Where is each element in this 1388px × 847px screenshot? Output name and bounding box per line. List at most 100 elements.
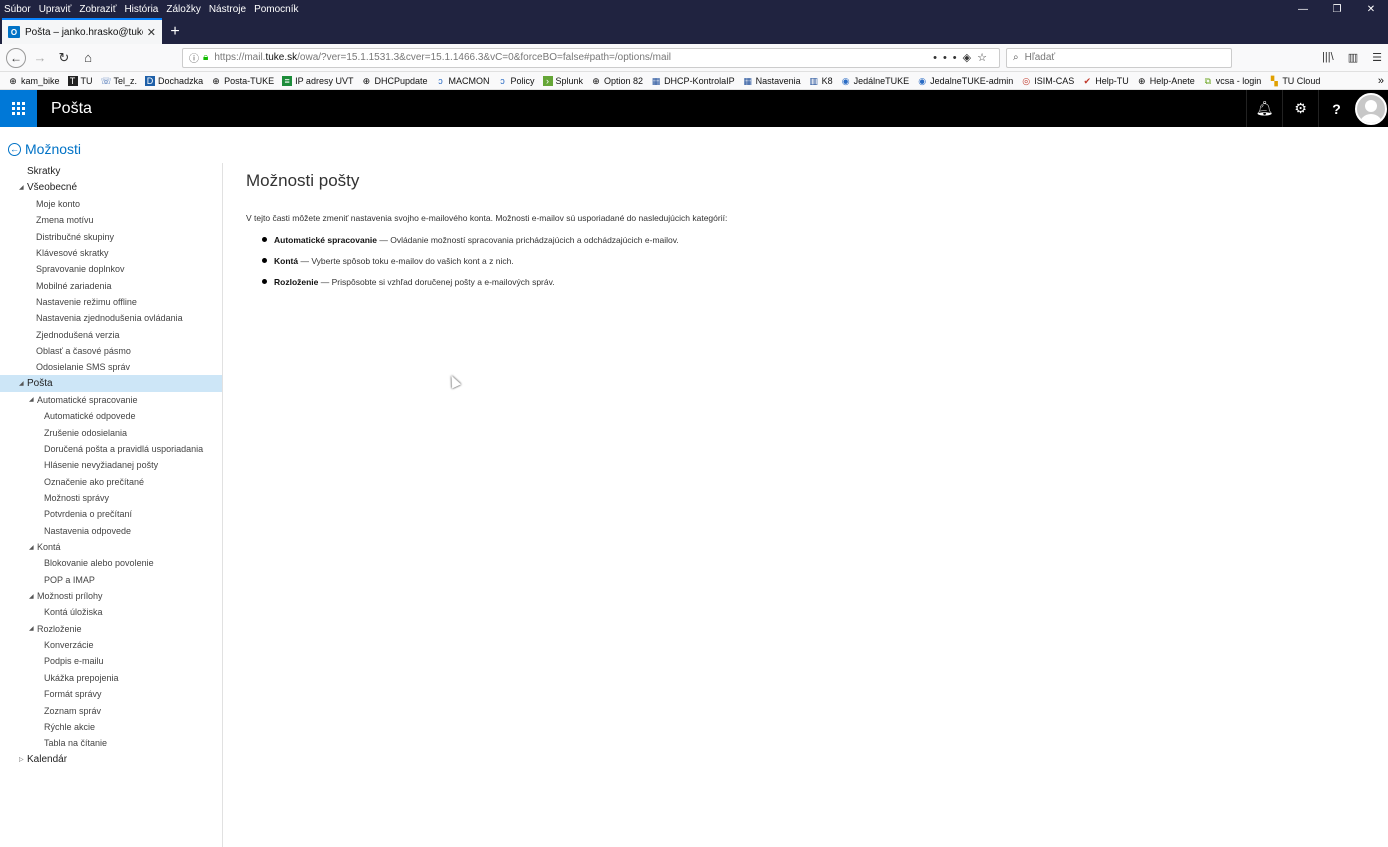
bookmark-item[interactable]: T TU [67, 75, 93, 86]
avatar[interactable] [1354, 90, 1388, 127]
more-actions-icon[interactable]: ••• [933, 52, 963, 64]
nav-item[interactable]: Blokovanie alebo povolenie [0, 555, 222, 571]
bookmark-item[interactable]: ⊕ Posta-TUKE [211, 76, 274, 86]
nav-skratky[interactable]: Skratky [0, 163, 222, 179]
bookmark-item[interactable]: › Splunk [542, 75, 583, 86]
bookmark-item[interactable]: ≡ IP adresy UVT [282, 75, 353, 86]
site-info-icon[interactable]: ⓘ [189, 50, 199, 65]
bookmark-item[interactable]: ▥ K8 [809, 76, 832, 86]
nav-item[interactable]: Tabla na čítanie [0, 735, 222, 751]
app-launcher-icon[interactable] [0, 90, 37, 127]
menu-historia[interactable]: História [124, 4, 158, 15]
new-tab-icon[interactable]: + [162, 20, 188, 44]
app-title[interactable]: Pošta [51, 100, 92, 118]
browser-tab[interactable]: O Pošta – janko.hrasko@tuke.sk ✕ [2, 18, 162, 44]
menu-upravit[interactable]: Upraviť [39, 4, 72, 15]
nav-item[interactable]: Kontá úložiska [0, 604, 222, 620]
bookmark-item[interactable]: ⊕ Option 82 [591, 76, 643, 86]
nav-item[interactable]: Automatické odpovede [0, 408, 222, 424]
bookmark-item[interactable]: ▦ DHCP-KontrolaIP [651, 76, 735, 86]
hamburger-menu-icon[interactable]: ☰ [1372, 51, 1382, 64]
pocket-icon[interactable]: ◈ [963, 52, 977, 64]
menu-subor[interactable]: Súbor [4, 4, 31, 15]
bookmark-item[interactable]: ⊕ kam_bike [8, 76, 59, 86]
nav-vseobecne[interactable]: ◢ Všeobecné [0, 179, 222, 195]
bookmark-item[interactable]: D Dochadzka [145, 75, 203, 86]
help-icon[interactable]: ? [1318, 90, 1354, 127]
nav-konta[interactable]: ◢ Kontá [0, 539, 222, 555]
close-window-icon[interactable]: ✕ [1354, 0, 1388, 18]
url-bar[interactable]: ⓘ 🔒︎ https://mail.tuke.sk/owa/?ver=15.1.… [182, 47, 1000, 68]
nav-item[interactable]: Odosielanie SMS správ [0, 359, 222, 375]
nav-item[interactable]: Doručená pošta a pravidlá usporiadania [0, 441, 222, 457]
bookmark-item[interactable]: ⊕ Help-Anete [1137, 76, 1195, 86]
nav-item[interactable]: Zrušenie odosielania [0, 425, 222, 441]
nav-item[interactable]: Oblasť a časové pásmo [0, 343, 222, 359]
nav-item[interactable]: Hlásenie nevyžiadanej pošty [0, 457, 222, 473]
menu-nastroje[interactable]: Nástroje [209, 4, 246, 15]
bookmark-item[interactable]: ☏ Tel_z. [101, 76, 138, 86]
menu-zobrazit[interactable]: Zobraziť [79, 4, 116, 15]
forward-icon[interactable]: → [30, 48, 50, 68]
nav-item[interactable]: Moje konto [0, 196, 222, 212]
nav-item[interactable]: Ukážka prepojenia [0, 670, 222, 686]
nav-item[interactable]: POP a IMAP [0, 572, 222, 588]
menu-zalozky[interactable]: Záložky [166, 4, 200, 15]
nav-item[interactable]: Rýchle akcie [0, 719, 222, 735]
nav-item[interactable]: Nastavenia odpovede [0, 523, 222, 539]
search-bar[interactable]: ⌕ Hľadať [1006, 47, 1232, 68]
expand-triangle-icon[interactable]: ▷ [19, 756, 27, 763]
nav-item[interactable]: Zoznam správ [0, 702, 222, 718]
bookmark-item[interactable]: ◉ JedalneTUKE-admin [917, 76, 1013, 86]
reload-icon[interactable]: ↻ [54, 48, 74, 68]
collapse-triangle-icon[interactable]: ◢ [29, 593, 37, 600]
nav-item[interactable]: Formát správy [0, 686, 222, 702]
back-icon[interactable]: ← [6, 47, 26, 68]
nav-item[interactable]: Nastavenie režimu offline [0, 294, 222, 310]
minimize-icon[interactable]: — [1286, 0, 1320, 18]
bookmark-item[interactable]: ◎ ISIM-CAS [1021, 76, 1074, 86]
collapse-triangle-icon[interactable]: ◢ [29, 625, 37, 632]
nav-item[interactable]: Podpis e-mailu [0, 653, 222, 669]
close-tab-icon[interactable]: ✕ [147, 26, 156, 39]
nav-layout[interactable]: ◢ Rozloženie [0, 621, 222, 637]
bookmark-item[interactable]: ↄ Policy [497, 76, 534, 86]
bookmark-item[interactable]: ⧉ vcsa - login [1203, 76, 1262, 86]
bookmark-item[interactable]: ✔ Help-TU [1082, 76, 1128, 86]
bookmark-item[interactable]: ▦ Nastavenia [743, 76, 800, 86]
menu-pomocnik[interactable]: Pomocník [254, 4, 298, 15]
nav-item[interactable]: Konverzácie [0, 637, 222, 653]
nav-posta[interactable]: ◢ Pošta [0, 375, 222, 392]
nav-attachments[interactable]: ◢ Možnosti prílohy [0, 588, 222, 604]
nav-auto-processing[interactable]: ◢ Automatické spracovanie [0, 392, 222, 408]
nav-item[interactable]: Mobilné zariadenia [0, 277, 222, 293]
bookmark-item[interactable]: ⊕ DHCPupdate [361, 76, 428, 86]
bookmark-star-icon[interactable]: ☆ [977, 52, 993, 64]
nav-item[interactable]: Klávesové skratky [0, 245, 222, 261]
restore-icon[interactable]: ❐ [1320, 0, 1354, 18]
bookmark-item[interactable]: ◉ JedálneTUKE [841, 76, 909, 86]
bell-icon[interactable]: 🔔︎ [1246, 90, 1282, 127]
nav-item[interactable]: Označenie ako prečítané [0, 474, 222, 490]
list-item: Automatické spracovanie — Ovládanie možn… [262, 235, 1366, 245]
collapse-triangle-icon[interactable]: ◢ [29, 396, 37, 403]
nav-item[interactable]: Zmena motívu [0, 212, 222, 228]
nav-item[interactable]: Zjednodušená verzia [0, 326, 222, 342]
nav-item[interactable]: Distribučné skupiny [0, 228, 222, 244]
nav-kalendar[interactable]: ▷ Kalendár [0, 751, 222, 767]
home-icon[interactable]: ⌂ [78, 48, 98, 68]
collapse-triangle-icon[interactable]: ◢ [19, 184, 27, 191]
nav-item[interactable]: Spravovanie doplnkov [0, 261, 222, 277]
back-to-options-link[interactable]: ← Možnosti [8, 141, 81, 157]
nav-item[interactable]: Možnosti správy [0, 490, 222, 506]
collapse-triangle-icon[interactable]: ◢ [19, 380, 27, 387]
sidebar-icon[interactable]: ▥ [1348, 51, 1358, 64]
bookmark-item[interactable]: ↄ MACMON [435, 76, 489, 86]
nav-item[interactable]: Nastavenia zjednodušenia ovládania [0, 310, 222, 326]
collapse-triangle-icon[interactable]: ◢ [29, 544, 37, 551]
gear-icon[interactable]: ⚙ [1282, 90, 1318, 127]
nav-item[interactable]: Potvrdenia o prečítaní [0, 506, 222, 522]
library-icon[interactable]: |||\ [1322, 51, 1334, 64]
bookmarks-overflow-icon[interactable]: » [1378, 75, 1384, 87]
bookmark-item[interactable]: ▚ TU Cloud [1269, 76, 1320, 86]
